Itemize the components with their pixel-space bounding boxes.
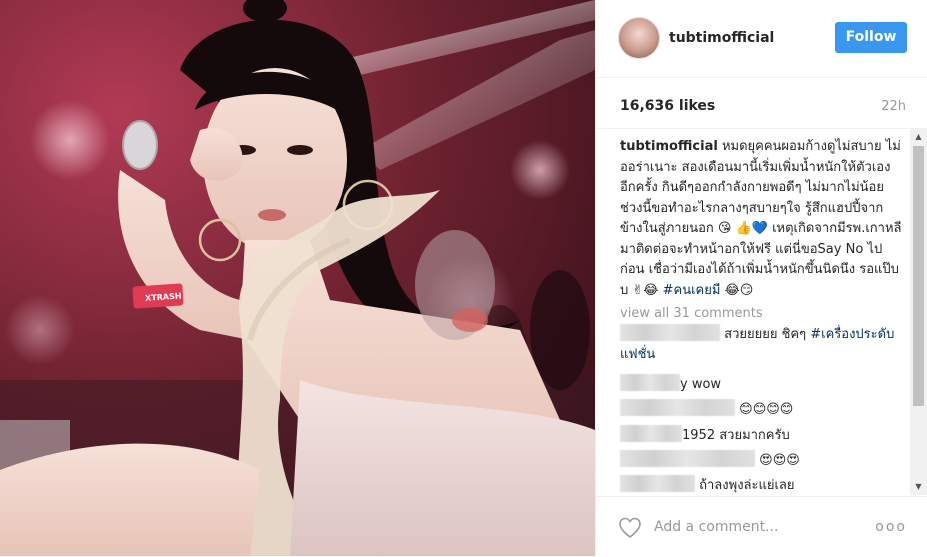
scrollbar-thumb[interactable] [913,146,924,406]
comment-text: y wow [680,377,722,392]
caption-end-emoji: 😂😏 [724,282,754,298]
post-details-panel: tubtimofficial Follow 16,636 likes 22h t… [595,0,927,556]
more-options-icon[interactable]: ooo [875,519,907,535]
comment-item: 1952 สวยมากครับ [620,425,905,446]
avatar[interactable] [618,17,660,59]
like-heart-icon[interactable] [618,517,642,539]
comment-text: ถ้าลงพุงล่ะแย่เลย [699,478,795,493]
redacted-username [620,399,735,416]
comment-item: 😍😍😍 [620,450,905,471]
comment-item: y wow [620,374,905,395]
comment-item: ถ้าลงพุงล่ะแย่เลย [620,475,905,495]
caption-text: หมดยุคคนผอมก้างดูไม่สบาย ไม่ออร่าเนาะ สอ… [620,139,902,298]
post-stats: 16,636 likes 22h [596,78,927,129]
comment-text: 😊😊😊😊 [739,402,794,417]
photo-illustration: XTRASH [0,0,595,556]
comment-text: สวยยยยย ชิคๆ [724,327,807,342]
redacted-username [620,324,720,341]
view-all-comments-link[interactable]: view all 31 comments [620,306,763,321]
post-footer: Add a comment... ooo [596,496,927,557]
redacted-username [620,450,755,467]
post-caption: tubtimofficial หมดยุคคนผอมก้างดูไม่สบาย … [620,137,905,301]
follow-button[interactable]: Follow [835,22,907,53]
username-link[interactable]: tubtimofficial [669,30,774,46]
caption-hashtag[interactable]: #คนเคยมี [663,283,721,298]
scroll-down-arrow-icon[interactable]: ▼ [910,479,927,495]
comment-text: 1952 สวยมากครับ [682,428,790,443]
caption-author[interactable]: tubtimofficial [620,139,718,154]
redacted-username [620,425,682,442]
instagram-post: XTRASH tubtimofficial Follow 16,636 like… [0,0,927,556]
redacted-username [620,374,680,391]
post-photo[interactable]: XTRASH [0,0,595,556]
post-header: tubtimofficial Follow [596,0,927,78]
comments-scrollbar[interactable]: ▲ ▼ [910,129,927,495]
post-timestamp[interactable]: 22h [881,99,906,114]
comments-section: tubtimofficial หมดยุคคนผอมก้างดูไม่สบาย … [596,129,910,495]
redacted-username [620,475,695,492]
add-comment-input[interactable]: Add a comment... [654,519,778,535]
comment-item: 😊😊😊😊 [620,399,905,420]
likes-count[interactable]: 16,636 likes [620,98,715,114]
comment-item: สวยยยยย ชิคๆ #เครื่องประดับแฟชั่น [620,324,905,365]
comment-text: 😍😍😍 [759,453,800,468]
scroll-up-arrow-icon[interactable]: ▲ [910,129,927,145]
